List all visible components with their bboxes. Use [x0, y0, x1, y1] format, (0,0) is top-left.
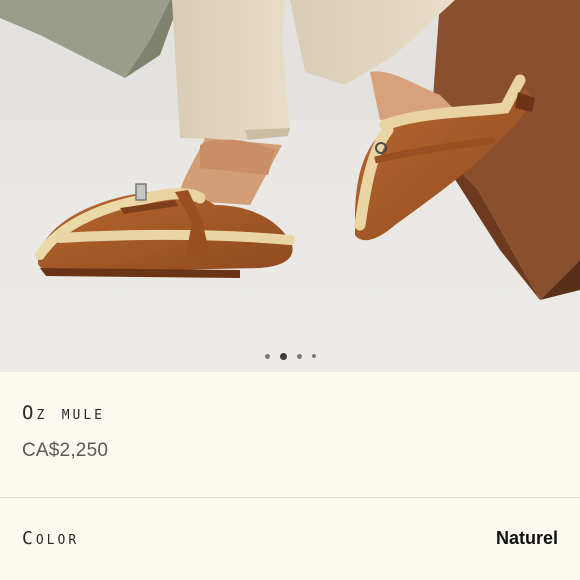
- carousel-dot-2-active[interactable]: [279, 352, 287, 360]
- carousel-dot-4[interactable]: [311, 354, 316, 358]
- product-image-gallery[interactable]: [0, 0, 580, 372]
- product-photo: [0, 0, 580, 372]
- color-value: Naturel: [495, 528, 558, 548]
- product-info-panel: Oz mule CA$2,250 Color Naturel: [0, 372, 580, 580]
- carousel-dot-1[interactable]: [264, 353, 270, 359]
- carousel-indicator[interactable]: [0, 351, 580, 361]
- color-selector[interactable]: Color Naturel: [0, 498, 580, 580]
- product-name: Oz mule: [22, 402, 106, 424]
- product-price: CA$2,250: [22, 440, 109, 461]
- color-label: Color: [22, 528, 80, 549]
- carousel-dot-3[interactable]: [296, 353, 302, 359]
